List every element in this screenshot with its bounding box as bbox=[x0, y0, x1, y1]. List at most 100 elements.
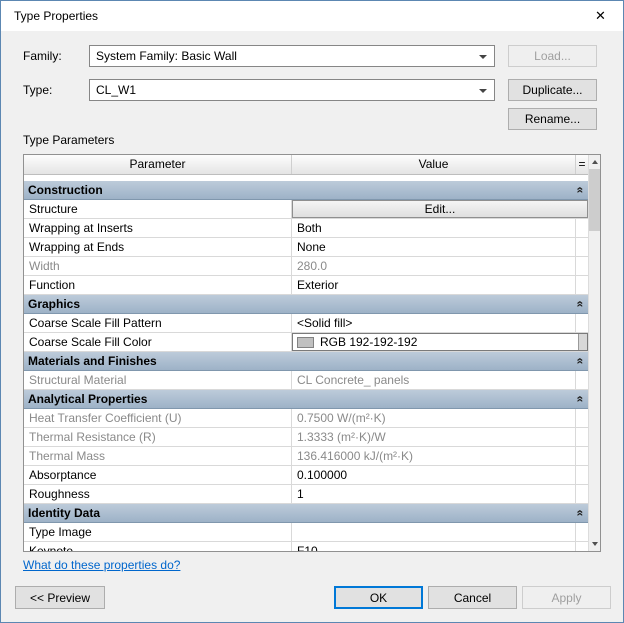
equalize-cell bbox=[576, 447, 588, 465]
family-label: Family: bbox=[23, 45, 62, 67]
close-icon[interactable]: ✕ bbox=[578, 1, 623, 31]
collapse-chevron-icon[interactable]: « bbox=[572, 301, 590, 308]
parameter-name: Width bbox=[24, 257, 292, 275]
collapse-chevron-icon[interactable]: « bbox=[572, 358, 590, 365]
parameter-value: RGB 192-192-192 bbox=[292, 333, 588, 351]
parameter-value[interactable]: Exterior bbox=[292, 276, 576, 294]
table-content: Parameter Value = Construction « Structure… bbox=[24, 155, 588, 552]
chevron-down-icon bbox=[479, 55, 487, 59]
type-properties-dialog: Type Properties ✕ Family: System Family:… bbox=[0, 0, 624, 623]
equalize-cell bbox=[576, 219, 588, 237]
equalize-cell bbox=[576, 409, 588, 427]
parameter-value[interactable] bbox=[292, 523, 576, 541]
column-header-equalize[interactable]: = bbox=[576, 155, 588, 174]
parameter-name: Coarse Scale Fill Pattern bbox=[24, 314, 292, 332]
parameter-value[interactable]: Both bbox=[292, 219, 576, 237]
parameter-name: Wrapping at Ends bbox=[24, 238, 292, 256]
parameter-row: Absorptance0.100000 bbox=[24, 466, 588, 485]
parameter-value[interactable]: F10 bbox=[292, 542, 576, 552]
collapse-chevron-icon[interactable]: « bbox=[572, 187, 590, 194]
equalize-cell bbox=[576, 276, 588, 294]
parameter-value: 1.3333 (m²·K)/W bbox=[292, 428, 576, 446]
section-title: Construction bbox=[28, 181, 103, 199]
section-title: Graphics bbox=[28, 295, 80, 313]
type-label: Type: bbox=[23, 79, 52, 101]
scrollbar-thumb[interactable] bbox=[589, 169, 600, 231]
section-header-row[interactable]: Materials and Finishes « bbox=[24, 352, 588, 371]
section-header-row[interactable]: Analytical Properties « bbox=[24, 390, 588, 409]
parameter-row: StructureEdit... bbox=[24, 200, 588, 219]
section-header-row[interactable]: Graphics « bbox=[24, 295, 588, 314]
parameter-value: 280.0 bbox=[292, 257, 576, 275]
parameter-name: Keynote bbox=[24, 542, 292, 552]
equalize-cell bbox=[576, 485, 588, 503]
parameter-row: Width280.0 bbox=[24, 257, 588, 276]
edit-structure-button[interactable]: Edit... bbox=[292, 200, 588, 218]
cancel-button[interactable]: Cancel bbox=[428, 586, 517, 609]
parameter-name: Coarse Scale Fill Color bbox=[24, 333, 292, 351]
scroll-down-icon[interactable] bbox=[589, 537, 600, 551]
preview-button[interactable]: << Preview bbox=[15, 586, 105, 609]
section-header-row[interactable]: Construction « bbox=[24, 181, 588, 200]
parameter-value[interactable]: 0.100000 bbox=[292, 466, 576, 484]
color-browse-button[interactable] bbox=[578, 334, 587, 350]
chevron-down-icon bbox=[479, 89, 487, 93]
parameters-rows: Construction«StructureEdit...Wrapping at… bbox=[24, 181, 588, 552]
parameter-value: CL Concrete_ panels bbox=[292, 371, 576, 389]
duplicate-button[interactable]: Duplicate... bbox=[508, 79, 597, 101]
family-combobox[interactable]: System Family: Basic Wall bbox=[89, 45, 495, 67]
window-title: Type Properties bbox=[14, 9, 98, 23]
column-header-value[interactable]: Value bbox=[292, 155, 576, 174]
type-parameters-label: Type Parameters bbox=[23, 129, 114, 151]
properties-help-link[interactable]: What do these properties do? bbox=[23, 558, 180, 572]
parameter-row: Thermal Mass136.416000 kJ/(m²·K) bbox=[24, 447, 588, 466]
parameter-row: Heat Transfer Coefficient (U)0.7500 W/(m… bbox=[24, 409, 588, 428]
parameter-value[interactable]: <Solid fill> bbox=[292, 314, 576, 332]
parameter-name: Structure bbox=[24, 200, 292, 218]
equalize-cell bbox=[576, 466, 588, 484]
color-swatch-icon bbox=[297, 337, 314, 348]
type-combobox[interactable]: CL_W1 bbox=[89, 79, 495, 101]
family-combobox-value: System Family: Basic Wall bbox=[96, 49, 237, 63]
color-value-field[interactable]: RGB 192-192-192 bbox=[292, 333, 588, 351]
equalize-cell bbox=[576, 542, 588, 552]
section-title: Identity Data bbox=[28, 504, 100, 522]
type-combobox-value: CL_W1 bbox=[96, 83, 136, 97]
parameter-value[interactable]: None bbox=[292, 238, 576, 256]
type-parameters-table: Parameter Value = Construction « Structure… bbox=[23, 154, 601, 552]
collapse-chevron-icon[interactable]: « bbox=[572, 510, 590, 517]
parameter-row: FunctionExterior bbox=[24, 276, 588, 295]
parameter-row: KeynoteF10 bbox=[24, 542, 588, 552]
load-button[interactable]: Load... bbox=[508, 45, 597, 67]
parameter-row: Roughness1 bbox=[24, 485, 588, 504]
parameter-name: Thermal Mass bbox=[24, 447, 292, 465]
parameter-value: Edit... bbox=[292, 200, 588, 218]
ok-button[interactable]: OK bbox=[334, 586, 423, 609]
title-bar[interactable]: Type Properties ✕ bbox=[1, 1, 623, 31]
equalize-cell bbox=[576, 238, 588, 256]
column-header-parameter[interactable]: Parameter bbox=[24, 155, 292, 174]
parameter-value: 0.7500 W/(m²·K) bbox=[292, 409, 576, 427]
collapse-chevron-icon[interactable]: « bbox=[572, 396, 590, 403]
equalize-cell bbox=[576, 428, 588, 446]
equalize-cell bbox=[576, 371, 588, 389]
parameter-row: Thermal Resistance (R)1.3333 (m²·K)/W bbox=[24, 428, 588, 447]
parameter-value[interactable]: 1 bbox=[292, 485, 576, 503]
vertical-scrollbar[interactable] bbox=[588, 155, 600, 551]
section-title: Analytical Properties bbox=[28, 390, 147, 408]
parameter-row: Wrapping at InsertsBoth bbox=[24, 219, 588, 238]
section-title: Materials and Finishes bbox=[28, 352, 157, 370]
scroll-up-icon[interactable] bbox=[589, 155, 600, 169]
parameter-value: 136.416000 kJ/(m²·K) bbox=[292, 447, 576, 465]
parameter-row: Wrapping at EndsNone bbox=[24, 238, 588, 257]
parameter-name: Wrapping at Inserts bbox=[24, 219, 292, 237]
section-header-row[interactable]: Identity Data « bbox=[24, 504, 588, 523]
equalize-cell bbox=[576, 314, 588, 332]
parameter-name: Roughness bbox=[24, 485, 292, 503]
equalize-cell bbox=[576, 257, 588, 275]
apply-button[interactable]: Apply bbox=[522, 586, 611, 609]
parameter-name: Heat Transfer Coefficient (U) bbox=[24, 409, 292, 427]
rename-button[interactable]: Rename... bbox=[508, 108, 597, 130]
parameter-name: Thermal Resistance (R) bbox=[24, 428, 292, 446]
equalize-cell bbox=[576, 523, 588, 541]
